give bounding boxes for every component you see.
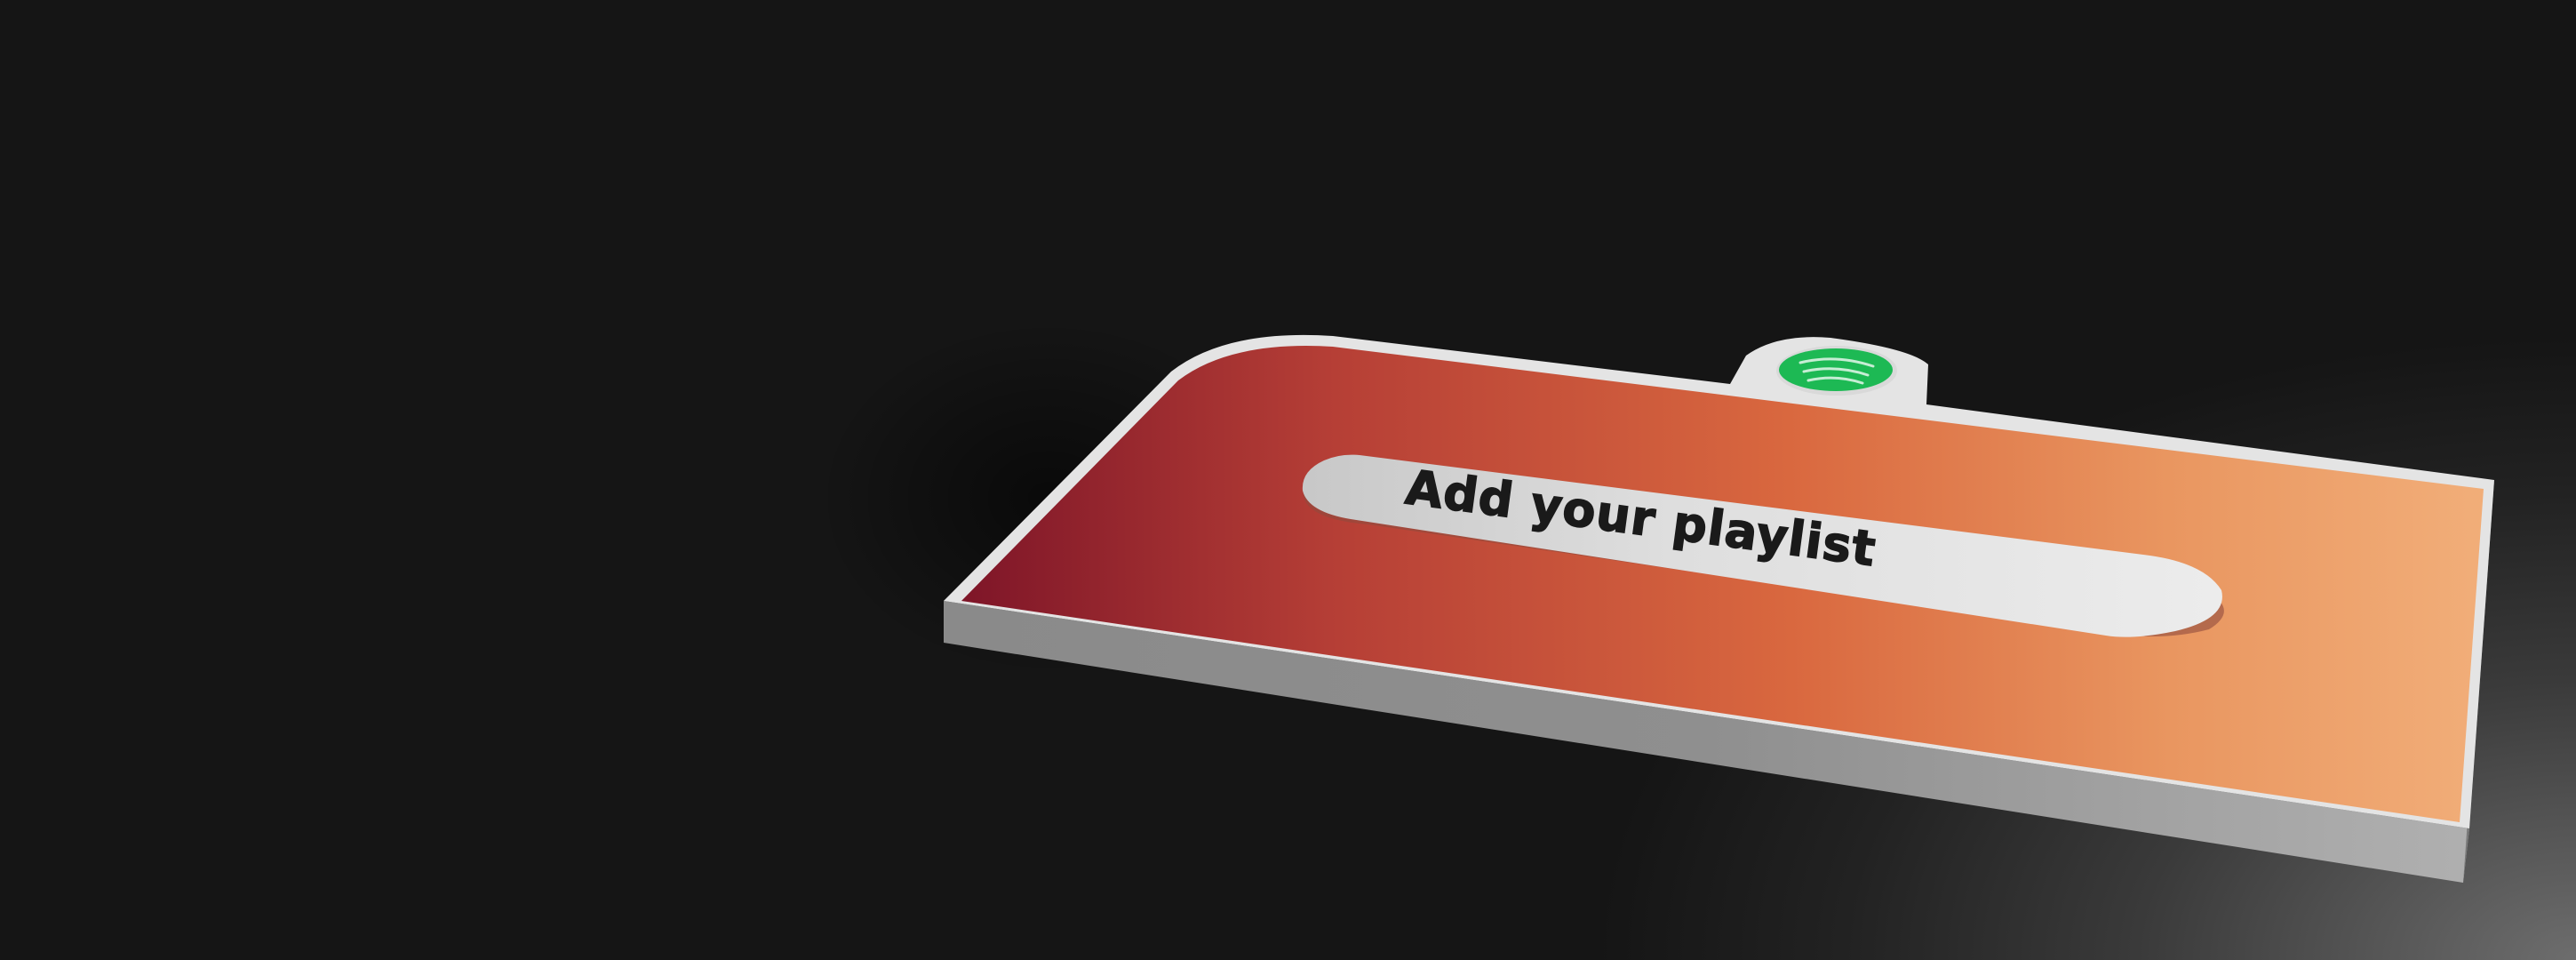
scene: Add your playlist [0,0,2576,960]
card-illustration: Add your playlist [817,320,2494,883]
spotify-badge[interactable] [1776,346,1897,396]
